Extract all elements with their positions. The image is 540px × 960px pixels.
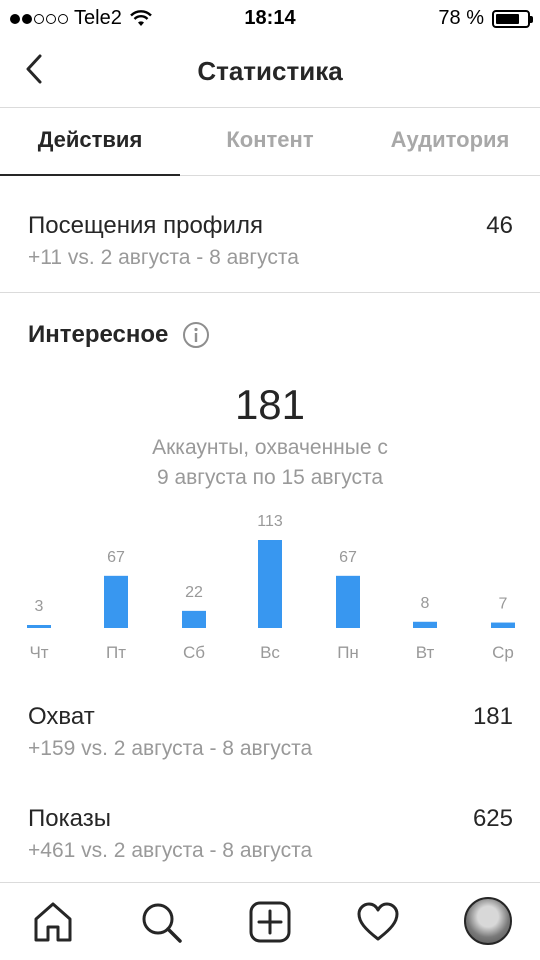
day-label: Сб: [183, 643, 205, 662]
day-label: Пт: [106, 643, 126, 662]
tab-bar: Действия Контент Аудитория: [0, 108, 540, 176]
profile-visits-label: Посещения профиля: [28, 212, 263, 239]
bar-Пт: [104, 575, 128, 628]
heart-icon[interactable]: [355, 899, 401, 945]
bar-value-label: 8: [421, 595, 430, 612]
profile-avatar[interactable]: [464, 897, 512, 945]
battery-percent: 78 %: [438, 7, 484, 29]
day-label: Вт: [416, 643, 435, 662]
reach-comparison: +159 vs. 2 августа - 8 августа: [28, 737, 313, 760]
accounts-reached-total: 181: [234, 381, 306, 428]
status-right: 78 %: [438, 7, 533, 30]
impressions-label: Показы: [28, 805, 111, 832]
section-title: Интересное: [28, 321, 210, 349]
caption-line-1: Аккаунты, охваченные с: [152, 436, 388, 459]
impressions-value: 625: [472, 805, 513, 832]
tab-content[interactable]: Контент: [180, 108, 360, 175]
bar-value-label: 3: [35, 598, 44, 615]
discovery-title: Интересное: [28, 321, 169, 348]
bar-value-label: 22: [185, 584, 203, 601]
search-icon[interactable]: [138, 899, 184, 945]
battery-cap: [530, 15, 533, 23]
day-label: Пн: [337, 643, 359, 662]
bottom-nav: [0, 882, 540, 960]
profile-visits-comparison: +11 vs. 2 августа - 8 августа: [28, 246, 299, 269]
caption-line-2: 9 августа по 15 августа: [156, 466, 384, 489]
battery-fill: [496, 13, 520, 24]
page-title: Статистика: [197, 56, 343, 86]
profile-visits-value: 46: [486, 212, 513, 239]
bar-Вс: [258, 540, 282, 628]
day-label: Ср: [492, 643, 514, 662]
bar-Ср: [491, 622, 515, 628]
bar-value-label: 67: [107, 549, 125, 566]
bar-Вт: [413, 621, 437, 628]
daily-reach-chart: 3 Чт 67 Пт 22 Сб 113 Вс 67 Пн 8 Вт 7 Ср: [27, 513, 515, 662]
add-post-icon[interactable]: [247, 899, 293, 945]
status-bar: Tele2 18:14 78 %: [0, 0, 540, 36]
battery-icon: [492, 9, 533, 28]
home-icon[interactable]: [30, 899, 76, 945]
accounts-reached-caption: Аккаунты, охваченные с 9 августа по 15 а…: [0, 433, 540, 493]
divider: [0, 292, 540, 293]
impressions-row[interactable]: Показы 625 +461 vs. 2 августа - 8 август…: [28, 805, 513, 863]
reach-label: Охват: [28, 703, 95, 730]
profile-visits-row[interactable]: Посещения профиля 46 +11 vs. 2 августа -…: [28, 212, 513, 270]
day-label: Вс: [260, 643, 280, 662]
tab-actions[interactable]: Действия: [0, 108, 180, 176]
reach-row[interactable]: Охват 181 +159 vs. 2 августа - 8 августа: [28, 703, 513, 761]
bar-Сб: [182, 610, 206, 628]
tab-audience[interactable]: Аудитория: [360, 108, 540, 175]
header: Статистика: [0, 36, 540, 108]
bar-Чт: [27, 625, 51, 628]
bar-value-label: 7: [499, 596, 508, 613]
info-icon[interactable]: [182, 321, 210, 349]
impressions-comparison: +461 vs. 2 августа - 8 августа: [28, 839, 313, 862]
bar-value-label: 113: [257, 513, 283, 530]
bar-Пн: [336, 575, 360, 628]
day-label: Чт: [29, 643, 48, 662]
bar-value-label: 67: [339, 549, 357, 566]
reach-value: 181: [472, 703, 513, 730]
